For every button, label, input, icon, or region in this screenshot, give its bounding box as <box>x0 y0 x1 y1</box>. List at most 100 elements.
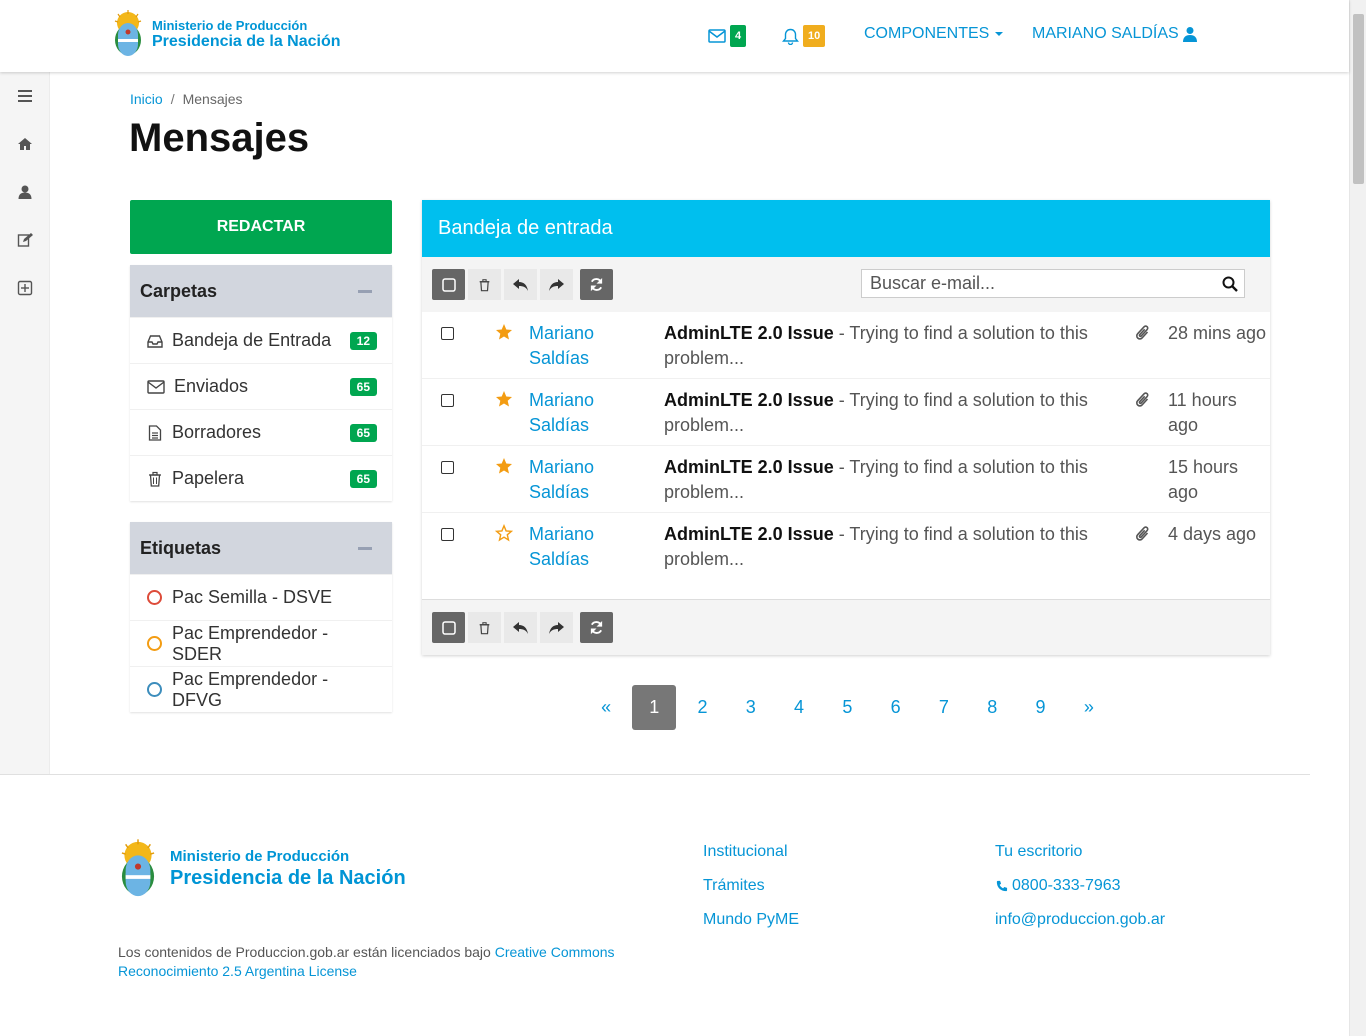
pagination-page[interactable]: 5 <box>823 685 871 730</box>
footer-link-tramites[interactable]: Trámites <box>703 877 799 895</box>
collapse-icon[interactable] <box>358 289 372 293</box>
folder-sent[interactable]: Enviados 65 <box>130 363 392 409</box>
select-all-button[interactable] <box>432 269 465 300</box>
paperclip-icon <box>1136 325 1149 340</box>
mail-row[interactable]: Mariano Saldías AdminLTE 2.0 Issue - Try… <box>422 312 1270 379</box>
refresh-button[interactable] <box>580 612 613 643</box>
folder-trash[interactable]: Papelera 65 <box>130 455 392 501</box>
pagination-page[interactable]: 4 <box>775 685 823 730</box>
folder-count-badge: 12 <box>349 331 377 350</box>
mail-row[interactable]: Mariano Saldías AdminLTE 2.0 Issue - Try… <box>422 513 1270 580</box>
mail-count-badge: 4 <box>730 25 747 47</box>
mail-checkbox[interactable] <box>441 461 454 474</box>
share-icon <box>549 278 564 291</box>
mail-sender[interactable]: Mariano Saldías <box>529 522 639 572</box>
mail-time: 4 days ago <box>1168 524 1257 544</box>
forward-button[interactable] <box>540 612 573 643</box>
pagination-page[interactable]: 8 <box>968 685 1016 730</box>
user-menu[interactable]: MARIANO SALDÍAS <box>1032 25 1197 43</box>
pagination-page[interactable]: 2 <box>678 685 726 730</box>
star-outline-icon[interactable] <box>495 524 513 542</box>
mail-row[interactable]: Mariano Saldías AdminLTE 2.0 Issue - Try… <box>422 446 1270 513</box>
mail-subject-title: AdminLTE 2.0 Issue <box>664 457 834 477</box>
mail-sender[interactable]: Mariano Saldías <box>529 388 639 438</box>
search-input[interactable] <box>862 270 1222 297</box>
components-dropdown[interactable]: COMPONENTES <box>864 25 1004 43</box>
user-name: MARIANO SALDÍAS <box>1032 25 1179 42</box>
pagination-page[interactable]: 7 <box>920 685 968 730</box>
footer-link-mundo-pyme[interactable]: Mundo PyME <box>703 911 799 929</box>
folders-header: Carpetas <box>130 265 392 317</box>
mail-subject[interactable]: AdminLTE 2.0 Issue - Trying to find a so… <box>664 321 1104 371</box>
user-icon[interactable] <box>17 184 33 200</box>
footer-logo[interactable]: Ministerio de Producción Presidencia de … <box>117 836 406 902</box>
bars-icon[interactable] <box>17 88 33 104</box>
refresh-icon <box>590 277 603 292</box>
refresh-button[interactable] <box>580 269 613 300</box>
coat-of-arms-icon <box>121 839 155 897</box>
logo-line2: Presidencia de la Nación <box>152 32 341 50</box>
logo-line2: Presidencia de la Nación <box>170 867 406 889</box>
pagination-page[interactable]: 6 <box>871 685 919 730</box>
label-item[interactable]: Pac Emprendedor - DFVG <box>130 666 392 712</box>
star-icon[interactable] <box>495 457 513 475</box>
scrollbar-thumb[interactable] <box>1353 14 1364 184</box>
folder-drafts[interactable]: Borradores 65 <box>130 409 392 455</box>
mail-subject-title: AdminLTE 2.0 Issue <box>664 323 834 343</box>
footer-phone-link[interactable]: 0800-333-7963 <box>995 877 1165 895</box>
reply-button[interactable] <box>504 612 537 643</box>
page-scrollbar[interactable] <box>1349 0 1366 1036</box>
breadcrumb-home[interactable]: Inicio <box>130 91 163 107</box>
inbox-panel: Bandeja de entrada Mariano Saldías Admin… <box>422 200 1270 655</box>
collapse-icon[interactable] <box>358 546 372 550</box>
pagination-page[interactable]: 1 <box>632 685 677 730</box>
alert-notifications[interactable]: 10 <box>782 25 826 47</box>
pagination-prev[interactable]: « <box>582 685 630 730</box>
pagination-next[interactable]: » <box>1065 685 1113 730</box>
label-name: Pac Semilla - DSVE <box>172 587 333 607</box>
mail-subject[interactable]: AdminLTE 2.0 Issue - Trying to find a so… <box>664 522 1104 572</box>
mail-toolbar <box>422 257 1270 312</box>
footer-link-tu-escritorio[interactable]: Tu escritorio <box>995 843 1165 861</box>
header-logo[interactable]: Ministerio de Producción Presidencia de … <box>111 9 341 59</box>
footer-link-institucional[interactable]: Institucional <box>703 843 799 861</box>
footer-links-col2: Tu escritorio 0800-333-7963 info@producc… <box>995 843 1165 945</box>
license-text: Los contenidos de Produccion.gob.ar está… <box>118 943 618 981</box>
left-sidebar <box>0 72 50 775</box>
footer-phone: 0800-333-7963 <box>1012 877 1121 894</box>
star-icon[interactable] <box>495 323 513 341</box>
star-icon[interactable] <box>495 390 513 408</box>
mail-subject[interactable]: AdminLTE 2.0 Issue - Trying to find a so… <box>664 388 1104 438</box>
mail-checkbox[interactable] <box>441 394 454 407</box>
trash-icon <box>479 278 490 291</box>
mail-sender[interactable]: Mariano Saldías <box>529 321 639 371</box>
search-icon[interactable] <box>1222 276 1238 292</box>
logo-line1: Ministerio de Producción <box>170 848 350 865</box>
forward-button[interactable] <box>540 269 573 300</box>
mail-search <box>861 269 1245 298</box>
reply-button[interactable] <box>504 269 537 300</box>
edit-icon[interactable] <box>17 232 33 248</box>
label-item[interactable]: Pac Semilla - DSVE <box>130 574 392 620</box>
mail-checkbox[interactable] <box>441 528 454 541</box>
pagination-page[interactable]: 3 <box>727 685 775 730</box>
mail-checkbox[interactable] <box>441 327 454 340</box>
folder-inbox[interactable]: Bandeja de Entrada 12 <box>130 317 392 363</box>
inbox-title: Bandeja de entrada <box>422 200 1270 257</box>
footer-email-link[interactable]: info@produccion.gob.ar <box>995 911 1165 929</box>
breadcrumb: Inicio / Mensajes <box>130 91 243 107</box>
delete-button[interactable] <box>468 269 501 300</box>
plus-square-icon[interactable] <box>17 280 33 296</box>
mail-sender[interactable]: Mariano Saldías <box>529 455 639 505</box>
compose-button[interactable]: REDACTAR <box>130 200 392 254</box>
delete-button[interactable] <box>468 612 501 643</box>
mail-row[interactable]: Mariano Saldías AdminLTE 2.0 Issue - Try… <box>422 379 1270 446</box>
mail-subject[interactable]: AdminLTE 2.0 Issue - Trying to find a so… <box>664 455 1104 505</box>
inbox-icon <box>147 334 163 348</box>
home-icon[interactable] <box>17 136 33 152</box>
pagination-page[interactable]: 9 <box>1016 685 1064 730</box>
select-all-button[interactable] <box>432 612 465 643</box>
mail-notifications[interactable]: 4 <box>708 25 747 47</box>
mail-subject-title: AdminLTE 2.0 Issue <box>664 524 834 544</box>
label-item[interactable]: Pac Emprendedor - SDER <box>130 620 392 666</box>
